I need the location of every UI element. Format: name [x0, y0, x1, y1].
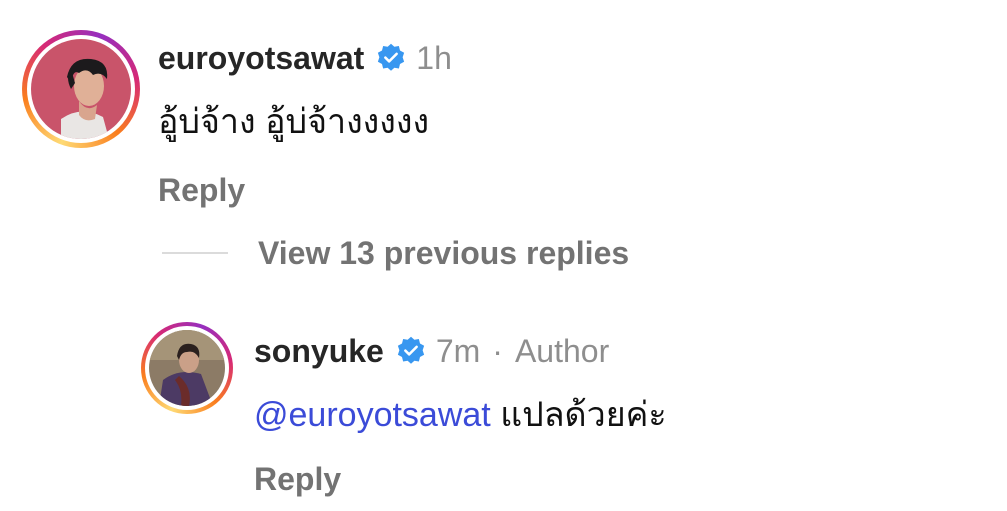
user-photo-avatar-icon [149, 330, 225, 406]
author-badge: Author [514, 333, 610, 369]
mention-link[interactable]: @euroyotsawat [254, 396, 491, 434]
reply-text: แปลด้วยค่ะ [490, 396, 667, 434]
thread-divider [162, 252, 228, 254]
view-replies-label: View 13 previous replies [258, 235, 630, 271]
story-ring[interactable] [22, 30, 140, 148]
username[interactable]: sonyuke [254, 331, 384, 371]
reply-comment: sonyuke 7m · Author @euroyotsawat แปลด้ว… [141, 322, 667, 499]
verified-badge-icon [396, 336, 426, 366]
comment-text: @euroyotsawat แปลด้วยค่ะ [254, 393, 667, 437]
story-ring[interactable] [141, 322, 233, 414]
view-previous-replies-button[interactable]: View 13 previous replies [162, 233, 629, 273]
timestamp: 1h [416, 40, 452, 76]
comment-text: อู้บ่จ้าง อู้บ่จ้างงงงง [158, 103, 430, 141]
timestamp: 7m [435, 333, 481, 369]
comment: euroyotsawat 1h อู้บ่จ้าง อู้บ่จ้างงงงง … [22, 30, 452, 210]
avatar[interactable] [31, 39, 131, 139]
avatar[interactable] [149, 330, 225, 406]
verified-badge-icon [376, 43, 406, 73]
separator-dot: · [492, 333, 503, 369]
reply-button[interactable]: Reply [254, 459, 667, 499]
user-photo-avatar-icon [31, 39, 131, 139]
username[interactable]: euroyotsawat [158, 38, 364, 78]
reply-button[interactable]: Reply [158, 170, 452, 210]
